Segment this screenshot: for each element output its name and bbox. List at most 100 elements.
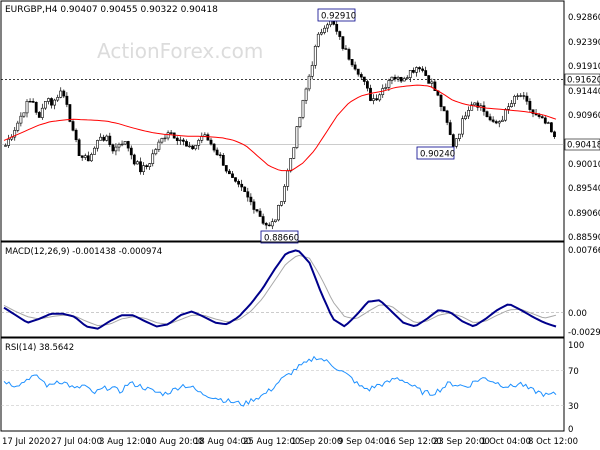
candle-body [543, 117, 547, 124]
candle-body [74, 129, 78, 140]
candle-body [114, 146, 118, 152]
annotation-mid: 0.90240 [420, 150, 455, 160]
annotation-high: 0.92910 [321, 12, 356, 22]
level-label: 0.91620 [567, 76, 600, 86]
candle-body [86, 155, 90, 162]
price-tick-3: 0.91440 [568, 87, 600, 97]
candle-body [169, 132, 173, 134]
candle-body [270, 221, 274, 227]
watermark: ActionForex.com [97, 39, 263, 63]
macd-tick-0: 0.007663 [568, 246, 600, 256]
candle-body [71, 121, 75, 131]
time-tick-2: 3 Aug 12:00 [99, 437, 151, 447]
candle-body [261, 216, 265, 224]
candle-body [7, 138, 11, 146]
candle-body [323, 27, 326, 33]
candle-body [129, 147, 133, 156]
candle-body [221, 155, 225, 166]
candle-body [313, 45, 317, 66]
candle-body [231, 173, 234, 178]
candle-body [365, 81, 369, 89]
candle-body [4, 145, 7, 147]
candle-body [126, 141, 130, 149]
price-tick-4: 0.90960 [568, 111, 600, 121]
candle-body [362, 76, 366, 82]
candle-body [467, 110, 471, 117]
price-tick-8: 0.89060 [568, 209, 600, 219]
candle-body [491, 119, 495, 122]
price-tick-0: 0.92860 [568, 13, 600, 23]
candle-body [123, 141, 127, 145]
candle-body [408, 70, 412, 78]
candle-body [65, 95, 69, 105]
macd-tick-2: -0.002952 [568, 328, 600, 338]
candle-body [516, 95, 520, 97]
candle-body [372, 98, 375, 101]
candle-body [120, 143, 124, 146]
candle-body [553, 131, 556, 137]
candle-body [243, 186, 247, 192]
price-tick-7: 0.89540 [568, 184, 600, 194]
candle-body [83, 155, 87, 158]
candle-body [197, 140, 201, 146]
candle-body [338, 31, 342, 37]
candle-body [341, 36, 345, 49]
candle-body [145, 165, 149, 168]
candle-body [522, 95, 526, 97]
candle-body [273, 219, 277, 222]
candle-body [298, 117, 302, 128]
candle-body [99, 136, 103, 141]
candle-body [258, 210, 262, 217]
candle-body [442, 106, 446, 112]
candle-body [482, 105, 486, 112]
candle-body [163, 137, 167, 140]
candle-body [212, 143, 216, 151]
candle-body [185, 141, 188, 147]
candle-body [513, 96, 517, 104]
candle-body [310, 65, 314, 77]
candle-body [105, 135, 109, 141]
candle-body [387, 80, 391, 88]
candle-body [136, 161, 139, 165]
candle-body [283, 186, 287, 202]
candle-body [90, 154, 93, 162]
candle-body [454, 138, 458, 147]
chart-canvas: ActionForex.com EURGBP,H4 0.90407 0.9045… [0, 0, 600, 450]
candle-body [384, 87, 388, 89]
candle-body [132, 154, 136, 165]
candle-body [16, 122, 20, 131]
candle-body [507, 106, 510, 110]
candle-body [359, 74, 363, 78]
candle-body [430, 81, 434, 84]
candle-body [411, 70, 415, 73]
candle-body [344, 48, 348, 50]
candle-body [68, 104, 72, 122]
candle-body [160, 138, 164, 143]
candle-body [356, 68, 360, 75]
time-tick-7: 9 Sep 04:00 [338, 437, 389, 447]
candle-body [319, 32, 323, 35]
time-tick-10: 1 Oct 04:00 [481, 437, 531, 447]
candle-body [500, 119, 504, 122]
candle-body [148, 163, 152, 168]
candle-body [301, 100, 305, 118]
candle-body [418, 67, 421, 70]
candle-body [457, 133, 461, 140]
candle-body [203, 134, 207, 137]
candle-body [80, 155, 84, 158]
candle-body [59, 90, 63, 98]
candle-body [316, 33, 320, 47]
candle-body [108, 135, 112, 146]
candle-body [448, 122, 452, 135]
rsi-tick-0: 0 [568, 425, 573, 435]
last-price-label: 0.90418 [567, 141, 600, 151]
candle-body [439, 94, 443, 107]
candle-body [286, 170, 290, 187]
candle-body [209, 139, 213, 145]
candle-body [427, 75, 431, 84]
candle-body [43, 101, 47, 109]
candle-body [519, 95, 523, 97]
candle-body [525, 95, 529, 102]
candle-body [402, 78, 406, 82]
rsi-header: RSI(14) 38.5642 [5, 343, 74, 353]
